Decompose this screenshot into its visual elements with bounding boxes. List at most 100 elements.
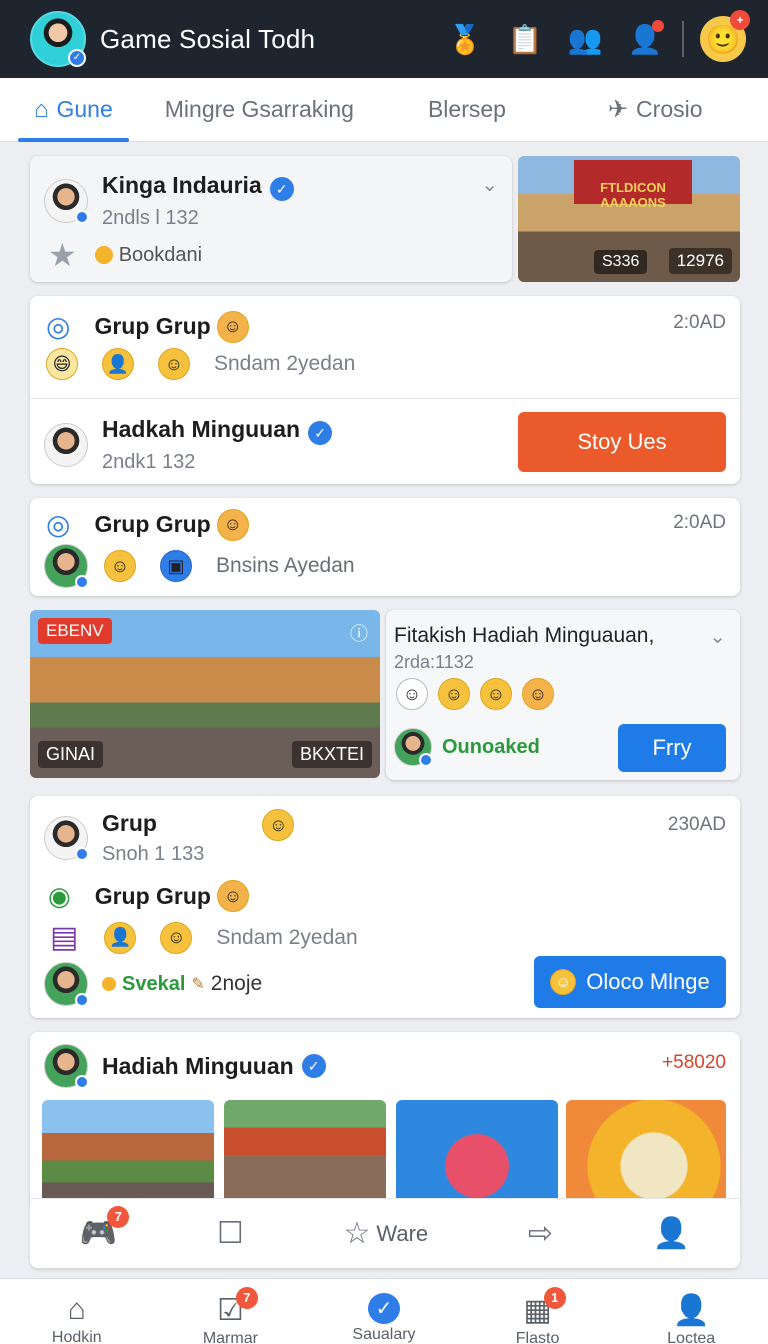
star-icon: ☆: [343, 1217, 371, 1250]
gallery-game-2[interactable]: [566, 1100, 726, 1202]
stoy-ues-button[interactable]: Stoy Ues: [518, 412, 726, 472]
group-title: Grup Grup: [94, 882, 211, 909]
nav-label: Loctea: [667, 1330, 716, 1344]
tab-bar: ⌂ Gune Mingre Gsarraking Blersep ✈ Crosi…: [0, 78, 768, 142]
tab-blersep[interactable]: Blersep: [428, 78, 506, 142]
nav-label: Hodkin: [51, 1329, 102, 1344]
person-icon: 👤: [672, 1294, 710, 1327]
home-icon: ⌂: [67, 1293, 86, 1326]
status-green: Svekal: [122, 972, 186, 995]
badge-emoji-icon: ☺: [262, 809, 295, 841]
avatar[interactable]: [44, 962, 89, 1007]
plane-icon: ✈: [607, 96, 629, 123]
badge-emoji-icon: ☺: [216, 508, 249, 541]
profile-avatar[interactable]: ✓: [30, 11, 86, 67]
notification-badge: 7: [107, 1206, 130, 1228]
divider: [30, 398, 740, 399]
avatar[interactable]: [44, 816, 89, 861]
tab-label: Mingre Gsarraking: [164, 96, 354, 122]
avatar[interactable]: [44, 1044, 89, 1089]
user-add-icon[interactable]: 👤: [626, 20, 664, 58]
verified-icon: ✓: [269, 176, 294, 201]
feed-card-1[interactable]: Kinga Indauria ✓ 2ndls l 132 ⌄ ★ Bookdani: [30, 156, 512, 282]
tab-label: Blersep: [427, 96, 506, 122]
smile-icon: ☺: [158, 348, 190, 380]
game-controller-icon[interactable]: 🎮 7: [80, 1206, 130, 1251]
share-icon[interactable]: ⇨: [528, 1216, 553, 1251]
badge-emoji-icon: ☺: [216, 310, 249, 343]
timestamp: 230AD: [667, 814, 726, 835]
laugh-icon: ☺: [480, 678, 512, 710]
badge-emoji-icon: ☺: [522, 678, 554, 710]
grid-icon: ▦ 1: [523, 1287, 566, 1328]
feed-card-5[interactable]: Grup Snoh 1 133 ☺ 230AD ◉ Grup Grup ☺ ▤ …: [30, 796, 740, 1018]
bottom-navigation: ⌂ Hodkin ☑ 7 Marmar ✓ Saualary ▦ 1 Flasto …: [0, 1278, 768, 1344]
gallery-game-1[interactable]: [396, 1100, 558, 1202]
nav-flasto[interactable]: ▦ 1 Flasto: [478, 1279, 598, 1344]
info-icon[interactable]: ⓘ: [350, 620, 368, 646]
group-icon: ◉: [48, 880, 71, 911]
feed-card-4[interactable]: Fitakish Hadiah Minguauan, ⌄ 2rda:1132 ☺…: [386, 610, 740, 780]
timestamp: 2:0AD: [673, 512, 726, 533]
members-text: Sndam 2yedan: [214, 352, 356, 375]
photo-label-left: S336: [594, 250, 648, 274]
star-icon[interactable]: ★: [48, 236, 77, 274]
person-outline-icon: ☺: [396, 678, 428, 710]
avatar[interactable]: [44, 544, 89, 589]
card-sub: 2rda:1132: [394, 652, 474, 672]
profile-icon[interactable]: 👤: [653, 1216, 690, 1251]
coin-icon: [94, 246, 113, 264]
avatar[interactable]: [44, 422, 88, 467]
card-sub: Snoh 1 133: [102, 843, 205, 865]
group-photo[interactable]: EBENV ⓘ GINAI BKXTEI: [30, 610, 380, 778]
event-photo[interactable]: FTLDICON AAAAONS S336 12976: [518, 156, 740, 282]
member-avatar: 👤: [102, 348, 134, 380]
verified-badge-icon: ✓: [68, 49, 86, 67]
frry-button[interactable]: Frry: [618, 724, 726, 772]
home-icon: ⌂: [34, 95, 49, 123]
header-divider: [682, 21, 684, 57]
gallery-photo-2[interactable]: [224, 1100, 386, 1202]
feed-card-6[interactable]: Hadiah Minguuan ✓ +58020: [30, 1032, 740, 1202]
toolbar-label: Ware: [376, 1220, 429, 1246]
banner-text: FTLDICON AAAAONS: [574, 160, 692, 210]
chevron-down-icon[interactable]: ⌄: [481, 172, 498, 197]
notification-badge: 7: [235, 1287, 258, 1309]
nav-saualary[interactable]: ✓ Saualary: [324, 1279, 444, 1344]
photo-label-right: BKXTEI: [291, 741, 372, 768]
nav-label: Marmar: [202, 1330, 258, 1344]
nav-label: Flasto: [515, 1330, 560, 1344]
group-icon: ◎: [46, 311, 71, 342]
smiley-badge-icon[interactable]: 🙂 +: [700, 10, 750, 62]
card-title: Fitakish Hadiah Minguauan,: [394, 624, 655, 647]
feed-card-3[interactable]: ◎ Grup Grup ☺ 2:0AD ☺ ▣ Bnsins Ayedan: [30, 498, 740, 596]
photo-label-right: 12976: [668, 248, 732, 274]
oloco-mlnge-button[interactable]: ☺ Oloco Mlnge: [534, 956, 726, 1008]
chevron-down-icon[interactable]: ⌄: [709, 624, 726, 649]
gallery-photo-1[interactable]: [42, 1100, 214, 1202]
tab-mingre[interactable]: Mingre Gsarraking: [165, 78, 354, 142]
friends-icon[interactable]: 👥: [566, 20, 604, 58]
photo-tag: EBENV: [38, 618, 112, 644]
verified-icon: ✓: [301, 1054, 326, 1078]
photo-label-left: GINAI: [38, 741, 104, 768]
tab-gune[interactable]: ⌂ Gune: [18, 78, 129, 142]
avatar[interactable]: [394, 728, 433, 767]
bag-icon: ▣: [160, 550, 192, 582]
nav-hodkin[interactable]: ⌂ Hodkin: [17, 1279, 137, 1344]
favorite-button[interactable]: ☆ Ware: [344, 1216, 429, 1251]
button-label: Oloco Mlnge: [586, 969, 710, 994]
nav-loctea[interactable]: 👤 Loctea: [631, 1279, 751, 1344]
emoji-cluster-icon: 😄: [46, 348, 78, 380]
calendar-icon[interactable]: ☐: [217, 1216, 244, 1251]
avatar[interactable]: [44, 178, 89, 224]
feed-card-2[interactable]: ◎ Grup Grup ☺ 2:0AD 😄 👤 ☺ Sndam 2yedan H…: [30, 296, 740, 484]
check-circle-icon: ✓: [367, 1293, 400, 1324]
card-name: Kinga Indauria: [102, 172, 262, 198]
clipboard-icon[interactable]: 📋: [506, 20, 544, 58]
nav-marmar[interactable]: ☑ 7 Marmar: [170, 1279, 290, 1344]
checklist-icon: ☑ 7: [217, 1287, 258, 1328]
tab-crosio[interactable]: ✈ Crosio: [608, 78, 703, 142]
trophy-icon[interactable]: 🏅: [446, 20, 484, 58]
card-sub: 2ndk1 132: [102, 450, 196, 473]
